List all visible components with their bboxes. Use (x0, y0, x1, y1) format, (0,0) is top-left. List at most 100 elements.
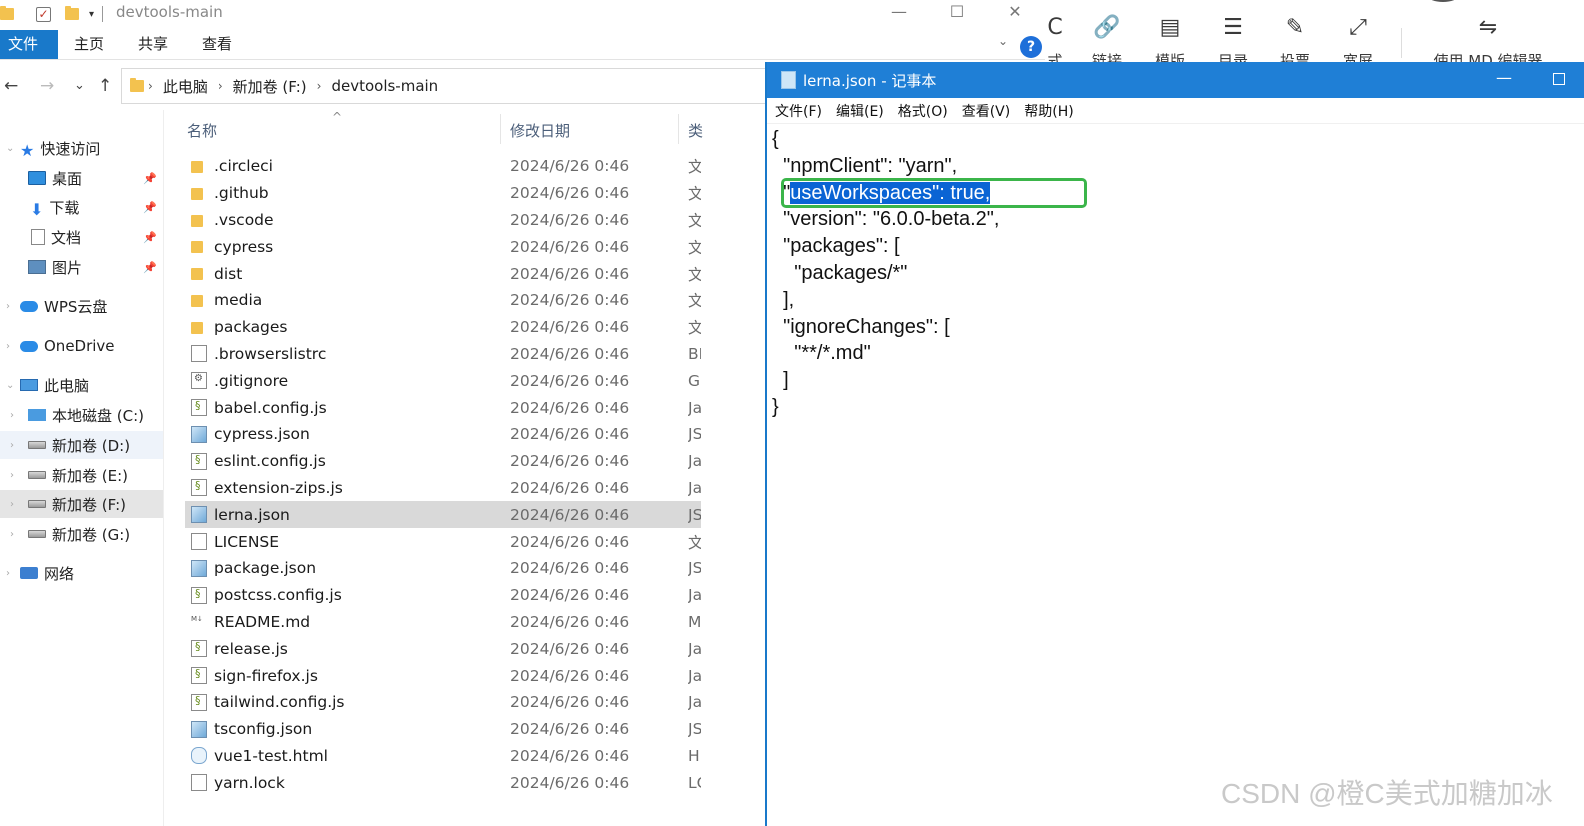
folder-file-icon (191, 214, 203, 227)
sidebar-item-drive-f[interactable]: › 新加卷 (F:) (0, 490, 163, 518)
column-header-modified[interactable]: 修改日期 (510, 120, 570, 141)
widescreen-button[interactable]: ⤢ 宽屏 (1338, 14, 1378, 62)
table-row[interactable]: cypress.json 2024/6/26 0:46 JS (185, 421, 701, 448)
properties-check-icon[interactable]: ✓ (36, 6, 51, 22)
sidebar-item-network[interactable]: › 网络 (0, 559, 163, 587)
table-row[interactable]: release.js 2024/6/26 0:46 Ja (185, 635, 701, 662)
table-row[interactable]: postcss.config.js 2024/6/26 0:46 Ja (185, 582, 701, 609)
forward-arrow-icon[interactable]: → (40, 76, 54, 96)
download-arrow-icon: ⬇ (30, 200, 44, 219)
file-date: 2024/6/26 0:46 (510, 291, 630, 310)
table-row[interactable]: babel.config.js 2024/6/26 0:46 Ja (185, 394, 701, 421)
expand-chevron-icon[interactable]: › (6, 568, 10, 579)
back-arrow-icon[interactable]: ← (4, 76, 18, 96)
up-arrow-icon[interactable]: ↑ (98, 76, 112, 96)
table-row[interactable]: vue1-test.html 2024/6/26 0:46 H (185, 743, 701, 770)
table-row[interactable]: .circleci 2024/6/26 0:46 文 (185, 153, 701, 180)
sidebar-item-quick-access[interactable]: ⌄ ★ 快速访问 (0, 134, 163, 162)
breadcrumb-devtools-main[interactable]: devtools-main (331, 77, 438, 95)
sidebar-item-drive-e[interactable]: › 新加卷 (E:) (0, 461, 163, 489)
recent-locations-chevron-icon[interactable]: ⌄ (74, 78, 85, 93)
table-row[interactable]: yarn.lock 2024/6/26 0:46 LC (185, 769, 701, 796)
table-row[interactable]: sign-firefox.js 2024/6/26 0:46 Ja (185, 662, 701, 689)
pin-icon[interactable]: 📌 (143, 201, 157, 214)
menu-file[interactable]: 文件(F) (775, 101, 822, 121)
sidebar-item-wps-cloud[interactable]: › WPS云盘 (0, 292, 163, 320)
table-row[interactable]: dist 2024/6/26 0:46 文 (185, 260, 701, 287)
sidebar-item-pictures[interactable]: 图片 📌 (0, 253, 163, 281)
table-row[interactable]: tsconfig.json 2024/6/26 0:46 JS (185, 716, 701, 743)
table-row[interactable]: LICENSE 2024/6/26 0:46 文 (185, 528, 701, 555)
expand-chevron-icon[interactable]: › (10, 410, 14, 421)
table-row[interactable]: packages 2024/6/26 0:46 文 (185, 314, 701, 341)
menu-help[interactable]: 帮助(H) (1024, 101, 1073, 121)
toolbar-label: 投票 (1279, 52, 1310, 62)
format-button[interactable]: C 式 (1045, 14, 1075, 62)
table-row[interactable]: extension-zips.js 2024/6/26 0:46 Ja (185, 475, 701, 502)
file-date: 2024/6/26 0:46 (510, 559, 630, 578)
table-row[interactable]: tailwind.config.js 2024/6/26 0:46 Ja (185, 689, 701, 716)
table-row[interactable]: .browserslistrc 2024/6/26 0:46 BI (185, 341, 701, 368)
tab-view[interactable]: 查看 (202, 30, 232, 59)
notepad-minimize-button[interactable]: — (1496, 68, 1512, 87)
menu-view[interactable]: 查看(V) (962, 101, 1011, 121)
address-bar[interactable]: › 此电脑 › 新加卷 (F:) › devtools-main (121, 68, 781, 104)
breadcrumb-drive-f[interactable]: 新加卷 (F:) (233, 76, 307, 97)
template-button[interactable]: ▤ 模版 (1150, 14, 1190, 62)
new-folder-icon[interactable] (65, 6, 79, 20)
sidebar-item-desktop[interactable]: 桌面 📌 (0, 164, 163, 192)
sidebar-item-drive-d[interactable]: › 新加卷 (D:) (0, 431, 163, 459)
minimize-button[interactable]: — (870, 0, 928, 26)
expand-chevron-icon[interactable]: › (10, 529, 14, 540)
pin-icon[interactable]: 📌 (143, 231, 157, 244)
table-row[interactable]: package.json 2024/6/26 0:46 JS (185, 555, 701, 582)
sidebar-item-drive-c[interactable]: › 本地磁盘 (C:) (0, 401, 163, 429)
expand-chevron-icon[interactable]: › (10, 470, 14, 481)
column-header-name[interactable]: 名称 (187, 120, 217, 141)
pane-divider[interactable] (163, 110, 164, 826)
menu-edit[interactable]: 编辑(E) (836, 101, 884, 121)
breadcrumb-this-pc[interactable]: 此电脑 (163, 76, 208, 97)
table-row[interactable]: .vscode 2024/6/26 0:46 文 (185, 207, 701, 234)
onedrive-cloud-icon (20, 340, 38, 352)
notepad-maximize-button[interactable] (1553, 73, 1565, 85)
sidebar-item-this-pc[interactable]: ⌄ 此电脑 (0, 371, 163, 399)
folder-file-icon (191, 241, 203, 254)
help-icon[interactable]: ? (1020, 36, 1042, 58)
sidebar-item-drive-g[interactable]: › 新加卷 (G:) (0, 520, 163, 548)
table-row[interactable]: lerna.json 2024/6/26 0:46 JS (185, 501, 701, 529)
expand-chevron-icon[interactable]: ⌄ (6, 380, 14, 391)
sidebar-item-onedrive[interactable]: › OneDrive (0, 332, 163, 360)
table-row[interactable]: .github 2024/6/26 0:46 文 (185, 180, 701, 207)
expand-chevron-icon[interactable]: ⌄ (6, 143, 14, 154)
vote-button[interactable]: ✎ 投票 (1275, 14, 1315, 62)
pin-icon[interactable]: 📌 (143, 261, 157, 274)
link-button[interactable]: 🔗 链接 (1087, 14, 1127, 62)
notepad-text-area[interactable]: { "npmClient": "yarn", "useWorkspaces": … (772, 126, 999, 421)
expand-chevron-icon[interactable]: › (6, 341, 10, 352)
tab-share[interactable]: 共享 (138, 30, 168, 59)
table-row[interactable]: media 2024/6/26 0:46 文 (185, 287, 701, 314)
pin-icon[interactable]: 📌 (143, 172, 157, 185)
expand-chevron-icon[interactable]: › (10, 440, 14, 451)
table-row[interactable]: eslint.config.js 2024/6/26 0:46 Ja (185, 448, 701, 475)
menu-format[interactable]: 格式(O) (898, 101, 948, 121)
maximize-button[interactable]: ☐ (928, 0, 986, 26)
column-separator[interactable] (500, 114, 501, 144)
close-button[interactable]: ✕ (986, 0, 1044, 26)
sidebar-item-downloads[interactable]: ⬇ 下载 📌 (0, 193, 163, 221)
tab-file[interactable]: 文件 (0, 30, 58, 59)
tab-home[interactable]: 主页 (74, 30, 104, 59)
expand-chevron-icon[interactable]: › (10, 499, 14, 510)
sidebar-item-documents[interactable]: 文档 📌 (0, 223, 163, 251)
toc-button[interactable]: ☰ 目录 (1213, 14, 1253, 62)
ribbon-expand-chevron-icon[interactable]: ⌄ (998, 34, 1008, 48)
table-row[interactable]: cypress 2024/6/26 0:46 文 (185, 233, 701, 260)
column-header-type[interactable]: 类 (688, 120, 703, 141)
table-row[interactable]: README.md 2024/6/26 0:46 M (185, 609, 701, 636)
column-separator[interactable] (678, 114, 679, 144)
md-editor-button[interactable]: ⇋ 使用 MD 编辑器 (1423, 14, 1553, 62)
quick-access-dropdown-icon[interactable]: ▾ (89, 9, 94, 20)
expand-chevron-icon[interactable]: › (6, 301, 10, 312)
table-row[interactable]: .gitignore 2024/6/26 0:46 G (185, 367, 701, 394)
